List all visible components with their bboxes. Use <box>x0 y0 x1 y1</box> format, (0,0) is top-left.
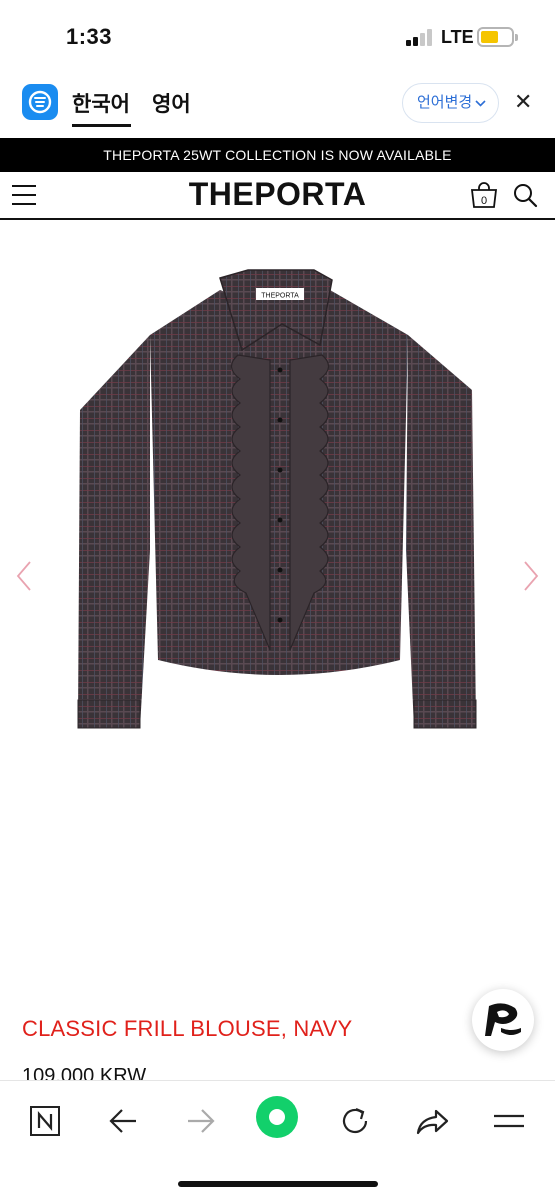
signal-icon <box>406 29 436 46</box>
product-image[interactable]: THEPORTA <box>70 250 490 740</box>
search-icon[interactable] <box>512 182 538 213</box>
product-name: CLASSIC FRILL BLOUSE, NAVY <box>22 1016 353 1041</box>
language-change-button[interactable]: 언어변경 <box>402 83 499 123</box>
shopping-bag-icon[interactable]: 0 <box>469 181 499 214</box>
forward-arrow-icon[interactable] <box>180 1099 224 1143</box>
language-change-label: 언어변경 <box>417 94 473 111</box>
menu-icon[interactable] <box>488 1099 532 1143</box>
brand-chat-button[interactable] <box>472 989 534 1051</box>
site-header: THEPORTA 0 <box>0 172 555 220</box>
chevron-left-icon[interactable] <box>14 560 34 597</box>
home-indicator <box>178 1181 378 1187</box>
product-price: 109,000 KRW <box>22 1065 147 1080</box>
close-icon[interactable]: ✕ <box>514 89 532 115</box>
reload-icon[interactable] <box>333 1099 377 1143</box>
papago-icon[interactable] <box>22 84 58 120</box>
chevron-right-icon[interactable] <box>521 560 541 597</box>
announcement-bar[interactable]: THEPORTA 25WT COLLECTION IS NOW AVAILABL… <box>0 138 555 172</box>
back-arrow-icon[interactable] <box>102 1099 146 1143</box>
green-dot-icon[interactable] <box>256 1096 298 1138</box>
status-bar: 1:33 LTE <box>0 0 555 72</box>
network-label: LTE <box>441 27 474 47</box>
lang-korean-tab[interactable]: 한국어 <box>72 88 130 118</box>
battery-icon <box>477 27 518 47</box>
chevron-down-icon <box>475 84 486 137</box>
active-tab-underline <box>72 124 131 127</box>
browser-toolbar <box>0 1080 555 1200</box>
lang-english-tab[interactable]: 영어 <box>152 88 191 118</box>
garment-label-text: THEPORTA <box>261 293 299 300</box>
naver-n-icon[interactable] <box>24 1099 68 1143</box>
cart-count: 0 <box>481 195 487 207</box>
brand-logo-icon <box>485 1003 521 1036</box>
share-icon[interactable] <box>410 1099 454 1143</box>
status-time: 1:33 <box>66 24 113 49</box>
translate-bar: 한국어 영어 언어변경 ✕ <box>0 76 555 132</box>
